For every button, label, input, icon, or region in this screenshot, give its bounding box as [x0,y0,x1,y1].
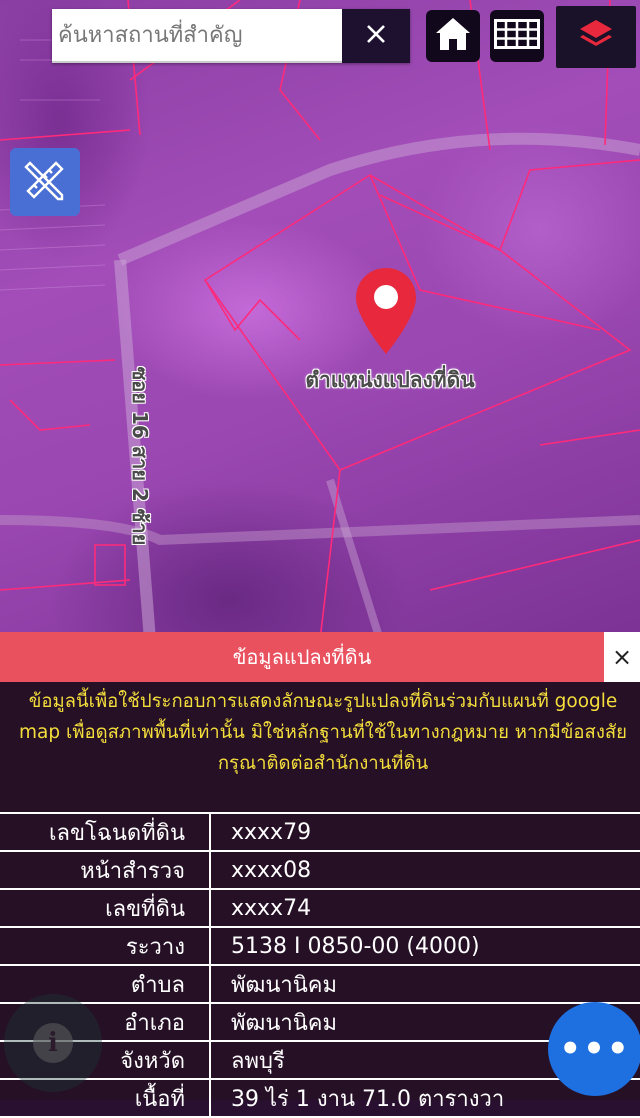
home-icon [434,16,472,56]
row-value: 5138 I 0850-00 (4000) [210,927,640,966]
parcel-boundaries [0,0,640,640]
pin-label: ตำแหน่งแปลงที่ดิน [305,368,475,392]
row-key: เลขที่ดิน [0,889,211,928]
grid-icon [494,19,540,53]
table-row: เลขที่ดิน xxxx74 [0,889,640,928]
disclaimer-text: ข้อมูลนี้เพื่อใช้ประกอบการแสดงลักษณะรูปแ… [19,691,627,774]
layers-icon [578,18,614,56]
info-button[interactable]: i [4,994,102,1092]
more-icon: ••• [559,1029,631,1069]
row-value: xxxx08 [210,851,640,890]
ruler-pencil-icon [22,157,68,207]
more-options-button[interactable]: ••• [548,1002,640,1096]
grid-toggle-button[interactable] [490,10,544,62]
close-icon [365,23,387,49]
home-button[interactable] [426,10,480,62]
table-row: หน้าสำรวจ xxxx08 [0,851,640,890]
layers-button[interactable] [556,6,636,68]
location-pin-icon[interactable] [356,268,416,354]
search-bar [52,9,410,63]
row-key: ตำบล [0,965,211,1004]
row-value: xxxx79 [210,812,640,852]
row-key: หน้าสำรวจ [0,851,211,890]
map-view[interactable]: ตำแหน่งแปลงที่ดิน ซอย 16 สาย 2 ซ้าย [0,0,640,640]
panel-close-button[interactable]: × [604,632,640,682]
row-key: เลขโฉนดที่ดิน [0,812,211,852]
row-key: ระวาง [0,927,211,966]
panel-title: ข้อมูลแปลงที่ดิน [0,632,604,682]
clear-search-button[interactable] [342,9,410,63]
table-row: เลขโฉนดที่ดิน xxxx79 [0,812,640,852]
info-icon: i [33,1023,73,1063]
measure-tool-button[interactable] [10,148,80,216]
parcel-info-table: เลขโฉนดที่ดิน xxxx79 หน้าสำรวจ xxxx08 เล… [0,812,640,1118]
table-row: เนื้อที่ 39 ไร่ 1 งาน 71.0 ตารางวา [0,1079,640,1118]
road-label: ซอย 16 สาย 2 ซ้าย [128,366,152,546]
row-value: xxxx74 [210,889,640,928]
search-input[interactable] [52,9,346,63]
table-row: ระวาง 5138 I 0850-00 (4000) [0,927,640,966]
row-value: พัฒนานิคม [210,965,640,1004]
table-row: ตำบล พัฒนานิคม [0,965,640,1004]
